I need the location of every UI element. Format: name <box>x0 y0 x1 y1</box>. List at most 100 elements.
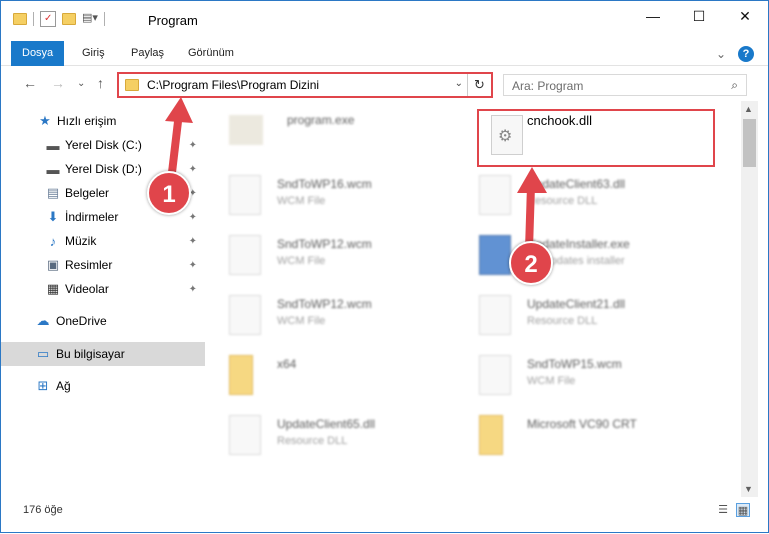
file-type: Resource DLL <box>527 315 598 327</box>
drive-icon: ▬ <box>46 137 60 153</box>
folder-item[interactable]: Microsoft VC90 CRT <box>467 405 707 463</box>
file-type: WCM File <box>527 375 576 387</box>
scroll-down-icon[interactable]: ▼ <box>744 484 753 494</box>
network-icon: ⊞ <box>37 378 49 393</box>
dll-gear-icon <box>479 175 511 215</box>
file-name: SndToWP12.wcm <box>277 297 372 311</box>
close-button[interactable]: ✕ <box>722 1 768 31</box>
installer-icon <box>479 235 511 275</box>
sidebar-item-onedrive[interactable]: ☁ OneDrive <box>1 309 205 333</box>
chevron-down-icon[interactable]: ⌄ <box>455 78 463 89</box>
file-type: WCM File <box>277 255 326 267</box>
scroll-up-icon[interactable]: ▲ <box>744 104 753 114</box>
divider <box>104 12 105 26</box>
documents-icon: ▤ <box>46 185 60 200</box>
tab-home[interactable]: Giriş <box>71 41 116 66</box>
details-view-icon[interactable]: ☰ <box>716 503 730 517</box>
file-item[interactable]: UpdateInstaller.exe BY updates installer <box>467 225 707 283</box>
sidebar-item-label: Yerel Disk (D:) <box>65 162 142 176</box>
file-icon <box>229 295 261 335</box>
vertical-scrollbar[interactable]: ▲ ▼ <box>741 101 758 497</box>
navigation-pane: ★ Hızlı erişim ▬ Yerel Disk (C:) ✦ ▬ Yer… <box>1 105 206 497</box>
back-button[interactable]: ← <box>23 75 37 91</box>
sidebar-item-disk-c[interactable]: ▬ Yerel Disk (C:) ✦ <box>1 133 205 157</box>
sidebar-item-music[interactable]: ♪ Müzik ✦ <box>1 229 205 253</box>
folder-icon <box>13 13 27 25</box>
sidebar-item-videos[interactable]: ▦ Videolar ✦ <box>1 277 205 301</box>
step-badge-1: 1 <box>147 171 191 215</box>
file-name: program.exe <box>287 113 355 127</box>
search-input[interactable]: Ara: Program ⌕ <box>503 74 747 96</box>
title-bar: ✓ ▤▾ Program — ☐ ✕ <box>1 1 768 39</box>
window-title: Program <box>148 13 198 28</box>
sidebar-item-label: Belgeler <box>65 186 110 200</box>
ribbon: Dosya Giriş Paylaş Görünüm ⌄ ? <box>1 41 768 66</box>
up-button[interactable]: ↑ <box>97 75 104 91</box>
pin-icon: ✦ <box>188 283 197 295</box>
file-item[interactable]: UpdateClient63.dll Resource DLL <box>467 165 707 223</box>
quick-access-toolbar: ✓ ▤▾ <box>13 11 105 27</box>
folder-name: x64 <box>277 357 297 371</box>
sidebar-item-quick-access[interactable]: ★ Hızlı erişim <box>1 109 205 133</box>
large-icons-view-icon[interactable]: ▦ <box>736 503 750 517</box>
address-bar[interactable]: C:\Program Files\Program Dizini ⌄ ↻ <box>117 72 493 98</box>
sidebar-item-label: Videolar <box>65 282 109 296</box>
file-item[interactable]: SndToWP12.wcm WCM File <box>217 225 457 283</box>
file-icon <box>229 175 261 215</box>
file-type: Resource DLL <box>527 195 598 207</box>
file-type: WCM File <box>277 195 326 207</box>
videos-icon: ▦ <box>46 281 60 296</box>
folder-item[interactable]: x64 <box>217 345 457 403</box>
file-name: SndToWP12.wcm <box>277 237 372 251</box>
window-controls: — ☐ ✕ <box>630 1 768 31</box>
pin-icon: ✦ <box>188 259 197 271</box>
customize-toolbar-icon[interactable]: ▤▾ <box>82 11 98 27</box>
file-item[interactable]: SndToWP15.wcm WCM File <box>467 345 707 403</box>
file-item[interactable]: UpdateClient65.dll Resource DLL <box>217 405 457 463</box>
collapse-ribbon-icon[interactable]: ⌄ <box>716 47 726 61</box>
ribbon-controls: ⌄ ? <box>716 46 754 62</box>
file-name: UpdateClient63.dll <box>527 177 626 191</box>
sidebar-item-this-pc[interactable]: ▭ Bu bilgisayar <box>1 342 205 366</box>
explorer-window: ✓ ▤▾ Program — ☐ ✕ Dosya Giriş Paylaş Gö… <box>0 0 769 533</box>
refresh-button[interactable]: ↻ <box>467 74 491 96</box>
divider <box>33 12 34 26</box>
sidebar-item-label: Hızlı erişim <box>57 114 117 128</box>
forward-button[interactable]: → <box>51 75 65 91</box>
file-item[interactable]: SndToWP12.wcm WCM File <box>217 285 457 343</box>
tab-share[interactable]: Paylaş <box>120 41 175 66</box>
file-item[interactable]: program.exe <box>217 103 457 161</box>
view-switcher: ☰ ▦ <box>716 503 750 517</box>
sidebar-item-label: Müzik <box>65 234 97 248</box>
drive-icon: ▬ <box>46 161 60 177</box>
file-name: UpdateClient21.dll <box>527 297 626 311</box>
tab-file[interactable]: Dosya <box>11 41 65 66</box>
folder-icon <box>229 355 253 395</box>
address-path: C:\Program Files\Program Dizini <box>147 78 320 92</box>
tab-view[interactable]: Görünüm <box>177 41 245 66</box>
maximize-button[interactable]: ☐ <box>676 1 722 31</box>
highlight-box <box>477 109 715 167</box>
pin-icon: ✦ <box>188 211 197 223</box>
computer-icon: ▭ <box>36 346 50 361</box>
minimize-button[interactable]: — <box>630 1 676 31</box>
music-icon: ♪ <box>49 233 57 249</box>
sidebar-item-label: İndirmeler <box>65 210 119 224</box>
file-name: SndToWP16.wcm <box>277 177 372 191</box>
help-icon[interactable]: ? <box>738 46 754 62</box>
pictures-icon: ▣ <box>46 257 60 272</box>
recent-locations-button[interactable]: ⌄ <box>77 78 85 89</box>
navigation-bar: ← → ⌄ ↑ C:\Program Files\Program Dizini … <box>1 69 768 101</box>
sidebar-item-network[interactable]: ⊞ Ağ <box>1 374 205 398</box>
file-item[interactable]: UpdateClient21.dll Resource DLL <box>467 285 707 343</box>
file-icon <box>229 235 261 275</box>
downloads-icon: ⬇ <box>47 209 59 224</box>
scrollbar-thumb[interactable] <box>743 119 756 167</box>
folder-name: Microsoft VC90 CRT <box>527 417 637 431</box>
file-name: SndToWP15.wcm <box>527 357 622 371</box>
sidebar-item-label: Yerel Disk (C:) <box>65 138 142 152</box>
new-folder-icon[interactable] <box>62 13 76 25</box>
sidebar-item-pictures[interactable]: ▣ Resimler ✦ <box>1 253 205 277</box>
properties-icon[interactable]: ✓ <box>40 11 56 27</box>
file-item[interactable]: SndToWP16.wcm WCM File <box>217 165 457 223</box>
